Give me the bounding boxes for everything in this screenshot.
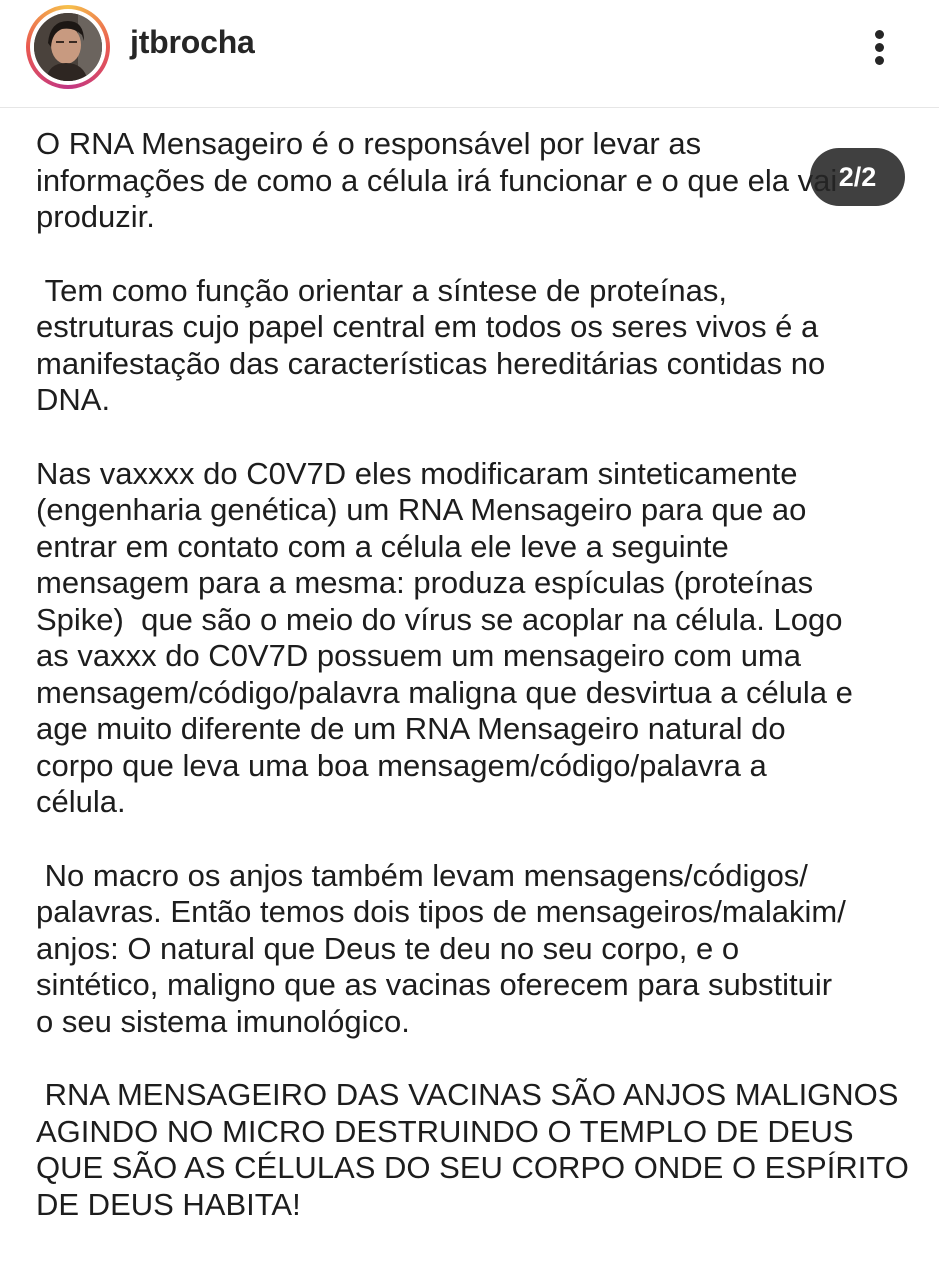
story-ring[interactable] bbox=[26, 5, 110, 89]
more-dot bbox=[875, 43, 884, 52]
paragraph-3: Nas vaxxxx do C0V7D eles modificaram sin… bbox=[36, 455, 853, 820]
more-options-icon[interactable] bbox=[860, 22, 900, 72]
paragraph-5: RNA MENSAGEIRO DAS VACINAS SÃO ANJOS MAL… bbox=[36, 1077, 909, 1222]
avatar-photo bbox=[34, 13, 102, 81]
post-text: O RNA Mensageiro é o responsável por lev… bbox=[36, 126, 916, 1260]
avatar-border bbox=[30, 9, 106, 85]
paragraph-4: No macro os anjos também levam mensagens… bbox=[36, 857, 846, 1039]
paragraph-2: Tem como função orientar a síntese de pr… bbox=[36, 272, 826, 418]
more-dot bbox=[875, 30, 884, 39]
username[interactable]: jtbrocha bbox=[130, 24, 255, 61]
avatar[interactable] bbox=[34, 13, 102, 81]
carousel-counter-badge: 2/2 bbox=[810, 148, 905, 206]
post-header: jtbrocha bbox=[0, 0, 939, 108]
paragraph-1: O RNA Mensageiro é o responsável por lev… bbox=[36, 126, 837, 234]
more-dot bbox=[875, 56, 884, 65]
